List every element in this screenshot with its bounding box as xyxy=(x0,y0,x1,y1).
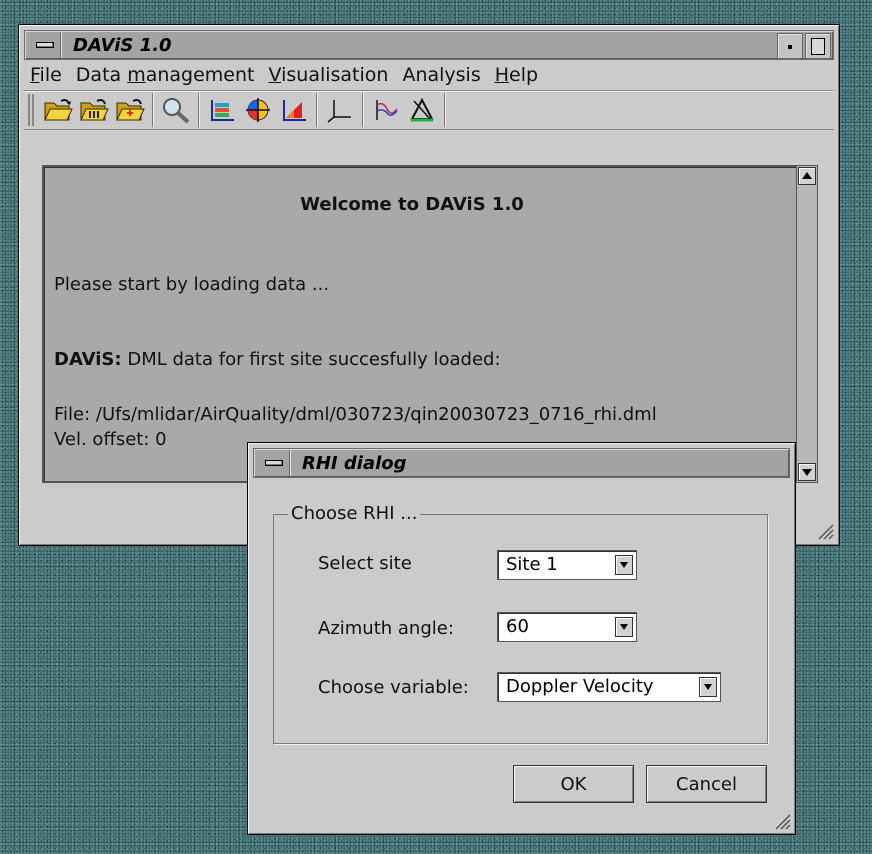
variable-select[interactable]: Doppler Velocity xyxy=(497,672,721,702)
open-folder-icon[interactable] xyxy=(40,93,76,127)
minimize-button[interactable] xyxy=(777,33,803,59)
polar-plot-icon[interactable] xyxy=(240,93,276,127)
rhi-dialog: RHI dialog Choose RHI ... Select site Si… xyxy=(247,442,796,835)
site-label: Select site xyxy=(318,553,412,574)
group-legend: Choose RHI ... xyxy=(288,503,421,524)
window-menu-button[interactable] xyxy=(29,32,61,58)
chevron-down-icon[interactable] xyxy=(615,617,633,637)
chevron-down-icon[interactable] xyxy=(699,677,717,697)
menu-help[interactable]: Help xyxy=(493,64,540,86)
menu-visualisation[interactable]: Visualisation xyxy=(267,64,391,86)
log-textarea[interactable]: Welcome to DAViS 1.0 Please start by loa… xyxy=(42,165,818,483)
open-folder-ml-icon[interactable] xyxy=(76,93,112,127)
site-select-value: Site 1 xyxy=(506,554,558,575)
chevron-down-icon[interactable] xyxy=(615,555,633,575)
menu-file[interactable]: File xyxy=(28,64,64,86)
site-select[interactable]: Site 1 xyxy=(497,550,637,580)
scroll-up-icon[interactable] xyxy=(798,167,816,185)
maximize-button[interactable] xyxy=(805,33,831,59)
status-text: DML data for first site succesfully load… xyxy=(121,349,501,370)
azimuth-label: Azimuth angle: xyxy=(318,618,454,639)
azimuth-select-value: 60 xyxy=(506,616,529,637)
menu-data-management[interactable]: Data management xyxy=(74,64,257,86)
variable-select-value: Doppler Velocity xyxy=(506,676,654,697)
profile-plot-icon[interactable] xyxy=(368,93,404,127)
ppi-plot-icon[interactable] xyxy=(204,93,240,127)
file-line: File: /Ufs/mlidar/AirQuality/dml/030723/… xyxy=(54,404,657,425)
variable-label: Choose variable: xyxy=(318,677,469,698)
menu-analysis[interactable]: Analysis xyxy=(400,64,482,86)
azimuth-select[interactable]: 60 xyxy=(497,612,637,642)
menubar: File Data management Visualisation Analy… xyxy=(24,60,834,90)
axes-icon[interactable] xyxy=(322,93,358,127)
rhi-plot-icon[interactable] xyxy=(276,93,312,127)
toolbar-grip[interactable] xyxy=(28,94,34,126)
log-scrollbar[interactable] xyxy=(796,165,818,483)
window-title: DAViS 1.0 xyxy=(73,34,172,56)
ok-button[interactable]: OK xyxy=(513,765,634,803)
prompt-line: Please start by loading data ... xyxy=(54,274,330,295)
main-titlebar[interactable]: DAViS 1.0 xyxy=(24,30,834,60)
toolbar xyxy=(24,90,834,130)
status-label: DAViS: xyxy=(54,349,122,370)
triangle-plot-icon[interactable] xyxy=(404,93,440,127)
main-resize-grip-icon[interactable] xyxy=(816,522,834,540)
scroll-down-icon[interactable] xyxy=(798,463,816,481)
cancel-button[interactable]: Cancel xyxy=(646,765,767,803)
open-folder-add-icon[interactable] xyxy=(112,93,148,127)
welcome-heading: Welcome to DAViS 1.0 xyxy=(300,194,524,215)
dialog-title: RHI dialog xyxy=(302,452,407,474)
dialog-window-menu-button[interactable] xyxy=(258,450,290,476)
dialog-resize-grip-icon[interactable] xyxy=(773,812,791,830)
offset-line: Vel. offset: 0 xyxy=(54,429,167,450)
dialog-titlebar[interactable]: RHI dialog xyxy=(253,448,790,478)
zoom-icon[interactable] xyxy=(158,93,194,127)
status-line: DAViS: DML data for first site succesful… xyxy=(54,349,501,370)
